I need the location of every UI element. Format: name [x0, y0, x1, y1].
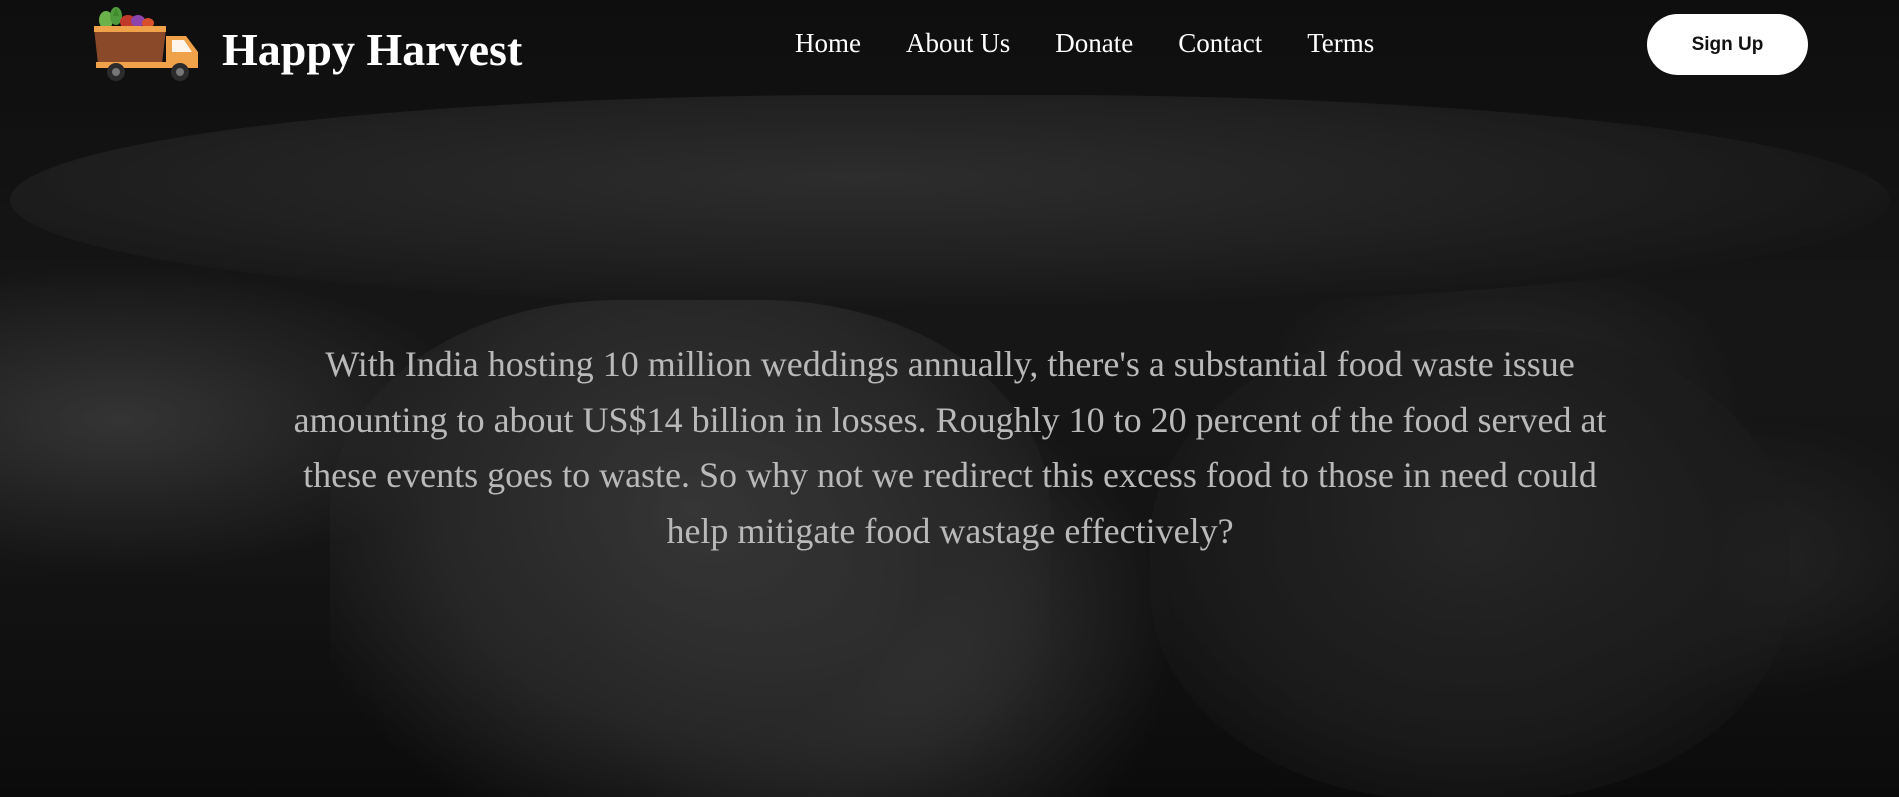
- delivery-truck-icon[interactable]: [92, 6, 202, 86]
- main-nav: Home About Us Donate Contact Terms: [795, 24, 1374, 62]
- sign-up-button[interactable]: Sign Up: [1647, 14, 1808, 75]
- nav-terms-link[interactable]: Terms: [1307, 24, 1374, 62]
- nav-about-us-link[interactable]: About Us: [906, 24, 1010, 62]
- nav-contact-link[interactable]: Contact: [1178, 24, 1262, 62]
- site-header: Happy Harvest Home About Us Donate Conta…: [0, 0, 1899, 95]
- nav-home-link[interactable]: Home: [795, 24, 861, 62]
- brand-name[interactable]: Happy Harvest: [222, 24, 522, 76]
- page: Happy Harvest Home About Us Donate Conta…: [0, 0, 1899, 797]
- nav-donate-link[interactable]: Donate: [1055, 24, 1133, 62]
- hero-message: With India hosting 10 million weddings a…: [293, 344, 1607, 551]
